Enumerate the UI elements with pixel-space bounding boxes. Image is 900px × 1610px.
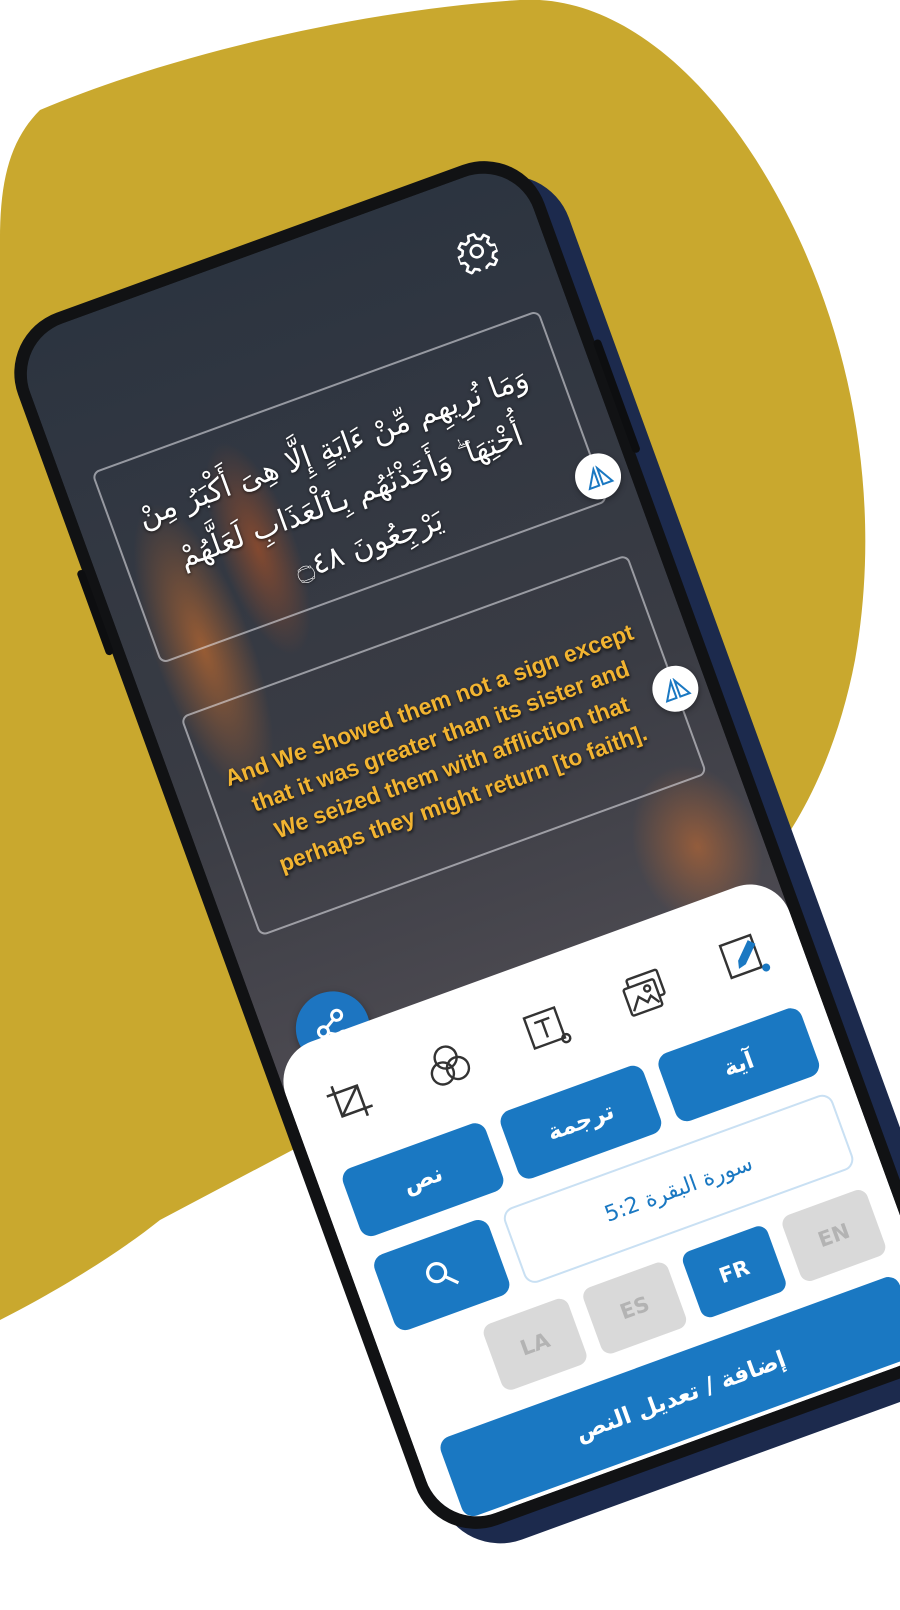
language-en-button[interactable]: EN [779, 1187, 889, 1284]
blend-icon[interactable] [410, 1027, 487, 1104]
verse-translation-text: And We showed them not a sign except tha… [221, 618, 651, 877]
language-la-button[interactable]: LA [480, 1295, 590, 1393]
search-icon [426, 1262, 460, 1285]
language-es-button[interactable]: ES [580, 1259, 689, 1357]
search-button[interactable] [370, 1216, 513, 1334]
text-style-icon[interactable] [509, 991, 586, 1068]
gear-icon[interactable] [451, 226, 502, 277]
language-fr-button[interactable]: FR [680, 1223, 789, 1321]
image-gallery-icon[interactable] [607, 955, 684, 1032]
crop-icon[interactable] [311, 1063, 388, 1140]
edit-pen-icon[interactable] [706, 919, 783, 996]
